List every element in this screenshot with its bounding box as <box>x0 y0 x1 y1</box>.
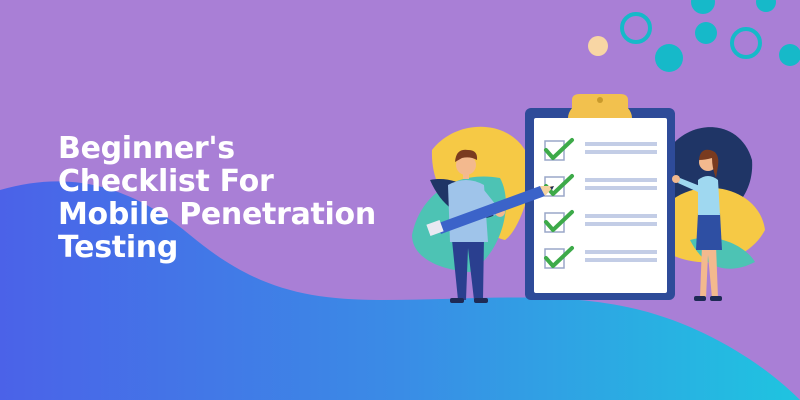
checklist-illustration <box>412 94 765 303</box>
clipboard <box>525 94 675 300</box>
banner: Beginner's Checklist For Mobile Penetrat… <box>0 0 800 400</box>
